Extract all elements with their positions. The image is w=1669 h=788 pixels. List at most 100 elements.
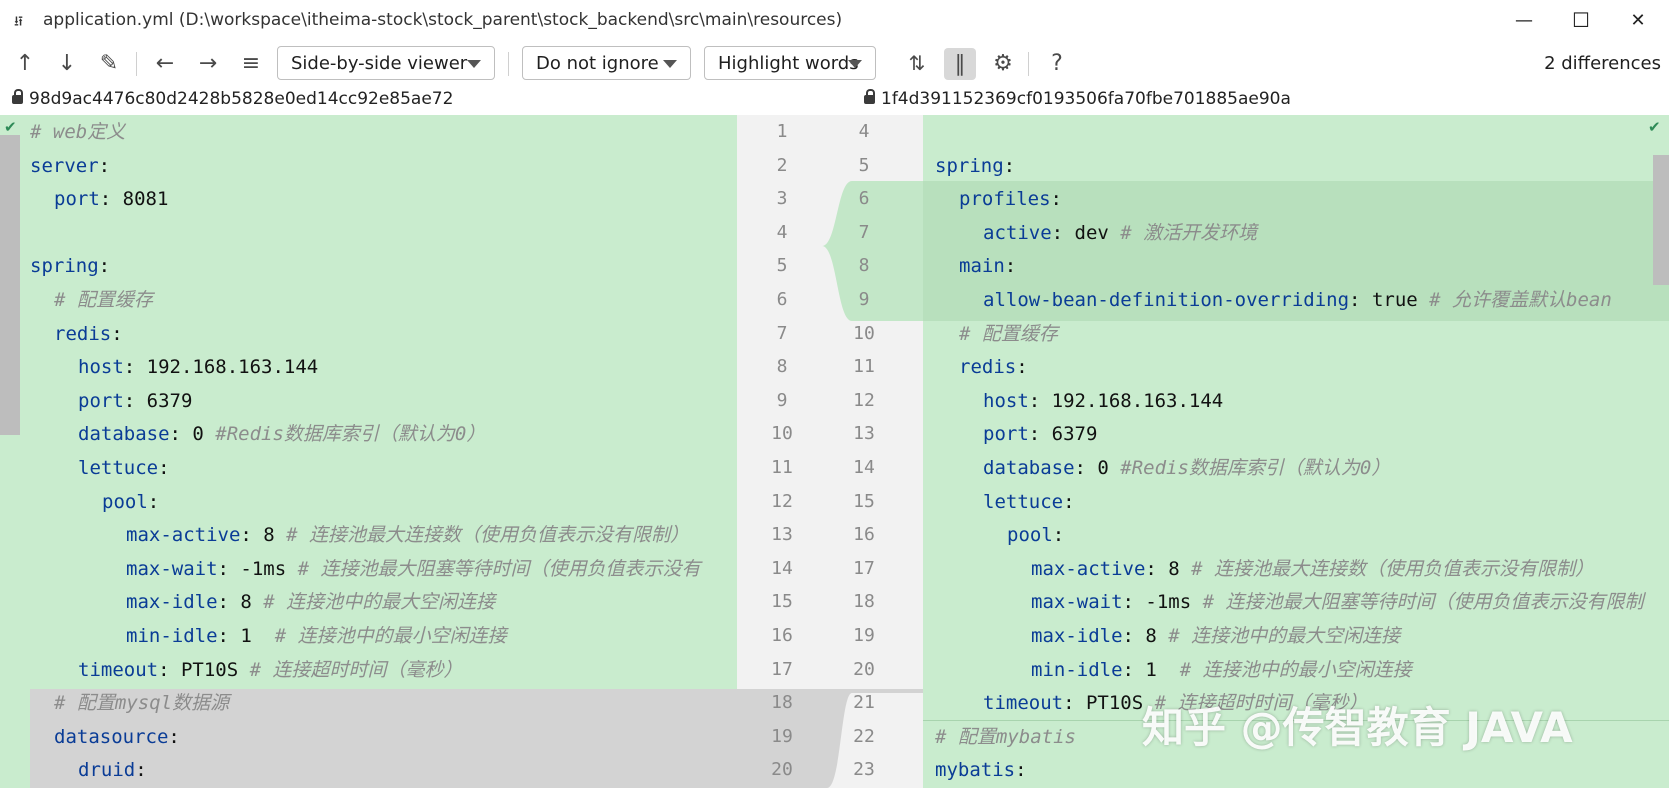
code-line[interactable]: pool: [1007, 518, 1064, 552]
code-line[interactable]: redis: [54, 317, 123, 351]
code-line[interactable]: max-active: 8 # 连接池最大连接数（使用负值表示没有限制） [126, 518, 689, 552]
code-line[interactable]: min-idle: 1 # 连接池中的最小空闲连接 [126, 619, 507, 653]
yaml-colon: : [1028, 423, 1041, 446]
left-line-number: 14 [771, 557, 793, 579]
yaml-key: port [54, 188, 100, 211]
yaml-value: 8 [228, 591, 264, 614]
code-line[interactable]: mybatis: [935, 753, 1027, 787]
code-line[interactable]: # 配置缓存 [54, 283, 153, 317]
code-line[interactable]: spring: [935, 149, 1015, 183]
code-line[interactable]: port: 8081 [54, 182, 168, 216]
yaml-colon: : [240, 524, 252, 547]
left-revision-hash: 98d9ac4476c80d2428b5828e0ed14cc92e85ae72 [29, 89, 454, 109]
minimize-button[interactable]: — [1498, 4, 1550, 36]
left-line-number: 4 [776, 221, 788, 243]
code-line[interactable]: lettuce: [983, 485, 1075, 519]
yaml-key: redis [54, 322, 112, 345]
yaml-key: pool [1007, 524, 1053, 547]
left-scroll-marker [0, 135, 20, 435]
list-icon[interactable]: ≡ [236, 48, 266, 78]
maximize-button[interactable]: ☐ [1555, 4, 1607, 36]
yaml-colon: : [217, 557, 229, 580]
code-line[interactable]: port: 6379 [983, 417, 1097, 451]
arrow-right-icon[interactable]: → [193, 48, 223, 78]
right-line-number: 8 [858, 255, 870, 277]
yaml-key: lettuce [983, 490, 1064, 513]
code-line[interactable]: min-idle: 1 # 连接池中的最小空闲连接 [1031, 653, 1412, 687]
edit-icon[interactable]: ✎ [94, 48, 124, 78]
code-line[interactable]: max-idle: 8 # 连接池中的最大空闲连接 [1031, 619, 1400, 653]
code-line[interactable]: max-idle: 8 # 连接池中的最大空闲连接 [126, 585, 495, 619]
code-line[interactable]: max-active: 8 # 连接池最大连接数（使用负值表示没有限制） [1031, 552, 1594, 586]
code-line[interactable]: allow-bean-definition-overriding: true #… [983, 283, 1612, 317]
watermark: 知乎 @传智教育 JAVA [1142, 703, 1573, 752]
yaml-colon: : [1074, 457, 1086, 479]
yaml-key: max-idle [1031, 625, 1123, 647]
code-line[interactable]: # 配置缓存 [959, 317, 1058, 351]
code-line[interactable]: # 配置mysql数据源 [54, 686, 229, 720]
yaml-colon: : [147, 490, 160, 513]
yaml-key: database [983, 457, 1075, 479]
yaml-comment: # 配置缓存 [959, 322, 1058, 345]
code-line[interactable]: max-wait: -1ms # 连接池最大阻塞等待时间（使用负值表示没有 [126, 552, 701, 586]
code-line[interactable]: # 配置mybatis [935, 720, 1076, 754]
code-line[interactable]: pool: [102, 485, 159, 519]
code-line[interactable]: # web定义 [30, 115, 125, 149]
yaml-colon: : [98, 255, 111, 278]
help-icon[interactable]: ? [1042, 48, 1072, 78]
close-button[interactable]: ✕ [1612, 4, 1664, 36]
code-line[interactable]: profiles: [959, 182, 1062, 216]
code-line[interactable]: database: 0 #Redis数据库索引（默认为0） [78, 417, 485, 451]
right-line-number: 18 [853, 591, 875, 613]
viewer-mode-dropdown[interactable]: Side-by-side viewer [277, 46, 495, 80]
yaml-value: 0 [1085, 457, 1121, 479]
yaml-colon: : [1028, 389, 1041, 412]
arrow-up-icon[interactable]: ↑ [10, 48, 40, 78]
sync-scroll-icon[interactable]: ∥ [944, 48, 976, 80]
yaml-colon: : [99, 188, 112, 211]
code-line[interactable]: timeout: PT10S # 连接超时时间（毫秒） [78, 653, 463, 687]
code-line[interactable]: server: [30, 149, 110, 183]
right-line-number: 12 [853, 389, 875, 411]
code-line[interactable]: datasource: [54, 720, 180, 754]
toolbar-separator [136, 52, 137, 76]
yaml-colon: : [1349, 289, 1361, 311]
arrow-down-icon[interactable]: ↓ [52, 48, 82, 78]
yaml-key: timeout [983, 692, 1064, 715]
settings-icon[interactable]: ⚙ [988, 48, 1018, 78]
code-line[interactable]: spring: [30, 249, 110, 283]
code-line[interactable]: host: 192.168.163.144 [78, 350, 318, 384]
yaml-comment: # 连接池最大阻塞等待时间（使用负值表示没有限制 [1202, 591, 1644, 614]
yaml-colon: : [123, 356, 136, 379]
collapse-icon[interactable]: ⇅ [902, 48, 932, 78]
yaml-colon: : [168, 725, 180, 748]
left-line-number: 12 [771, 490, 793, 512]
code-line[interactable]: max-wait: -1ms # 连接池最大阻塞等待时间（使用负值表示没有限制 [1031, 585, 1644, 619]
code-line[interactable]: lettuce: [78, 451, 170, 485]
code-line[interactable]: host: 192.168.163.144 [983, 384, 1223, 418]
code-line[interactable]: main: [959, 249, 1016, 283]
checkmark-icon: ✔ [4, 118, 17, 136]
right-editor[interactable]: spring: profiles: active: dev # 激活开发环境 main… [923, 115, 1669, 788]
arrow-left-icon[interactable]: ← [150, 48, 180, 78]
yaml-value: 8 [1156, 557, 1192, 580]
right-line-number: 21 [853, 692, 875, 714]
code-line[interactable]: druid: [78, 753, 147, 787]
yaml-colon: : [1004, 255, 1017, 278]
ignore-mode-dropdown[interactable]: Do not ignore [522, 46, 691, 80]
highlight-mode-dropdown[interactable]: Highlight words [704, 46, 876, 80]
left-editor[interactable]: # web定义 server: port: 8081 spring: # 配置缓存 red… [0, 115, 737, 788]
left-line-number: 20 [771, 759, 793, 781]
yaml-value: 6379 [135, 389, 193, 412]
code-line[interactable]: active: dev # 激活开发环境 [983, 216, 1257, 250]
code-line[interactable]: redis: [959, 350, 1028, 384]
right-line-number: 22 [853, 725, 875, 747]
code-line[interactable]: database: 0 #Redis数据库索引（默认为0） [983, 451, 1390, 485]
yaml-value: 192.168.163.144 [135, 356, 319, 379]
yaml-value: 192.168.163.144 [1040, 389, 1224, 412]
toolbar-separator [508, 52, 509, 76]
yaml-comment: # 配置mysql数据源 [54, 692, 230, 715]
yaml-comment: # 连接池中的最大空闲连接 [263, 591, 496, 614]
right-line-number: 15 [853, 490, 875, 512]
code-line[interactable]: port: 6379 [78, 384, 192, 418]
